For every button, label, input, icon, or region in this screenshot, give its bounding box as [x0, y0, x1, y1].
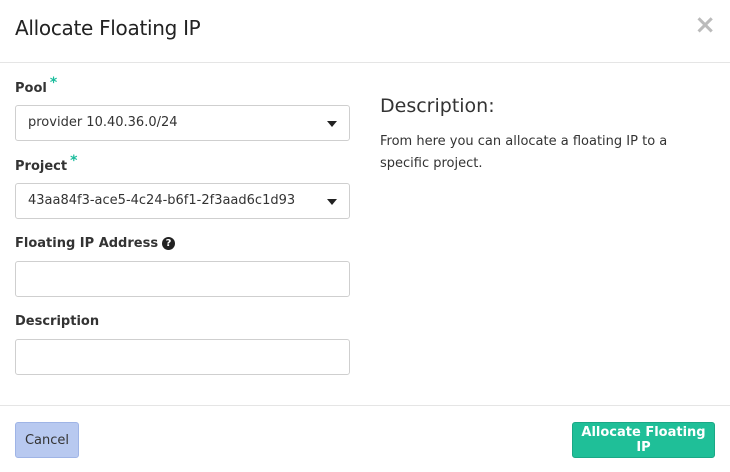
description-input[interactable] — [15, 339, 350, 375]
floating-ip-label-text: Floating IP Address — [15, 236, 159, 251]
description-label-text: Description — [15, 314, 100, 329]
dialog-footer: Cancel Allocate Floating IP — [0, 405, 730, 472]
cancel-button[interactable]: Cancel — [15, 422, 79, 458]
required-asterisk: * — [70, 153, 78, 169]
pool-select-value: provider 10.40.36.0/24 — [28, 115, 178, 130]
caret-down-icon — [327, 199, 337, 205]
dialog-title: Allocate Floating IP — [15, 16, 201, 40]
floating-ip-label: Floating IP Address? — [15, 236, 176, 251]
question-circle-icon[interactable]: ? — [162, 237, 176, 250]
pool-select[interactable]: provider 10.40.36.0/24 — [15, 105, 350, 141]
allocate-floating-ip-dialog: Allocate Floating IP × Pool * provider 10… — [0, 0, 730, 472]
caret-down-icon — [327, 121, 337, 127]
description-label: Description — [15, 314, 99, 329]
project-label-text: Project — [15, 159, 68, 174]
project-label: Project * — [15, 153, 77, 174]
allocate-floating-ip-button[interactable]: Allocate Floating IP — [572, 422, 715, 458]
dialog-body: Pool * provider 10.40.36.0/24 Project * 43… — [0, 63, 730, 405]
required-asterisk: * — [49, 75, 58, 91]
pool-label-text: Pool — [15, 81, 47, 96]
pool-label: Pool * — [15, 75, 57, 96]
help-text: From here you can allocate a floating IP… — [380, 134, 668, 171]
floating-ip-input[interactable] — [15, 261, 350, 297]
project-select[interactable]: 43aa84f3-ace5-4c24-b6f1-2f3aad6c1d93 — [15, 183, 350, 219]
dialog-header: Allocate Floating IP × — [0, 0, 730, 63]
help-title: Description: — [380, 95, 495, 117]
close-icon[interactable]: × — [694, 12, 716, 38]
project-select-value: 43aa84f3-ace5-4c24-b6f1-2f3aad6c1d93 — [28, 193, 296, 208]
